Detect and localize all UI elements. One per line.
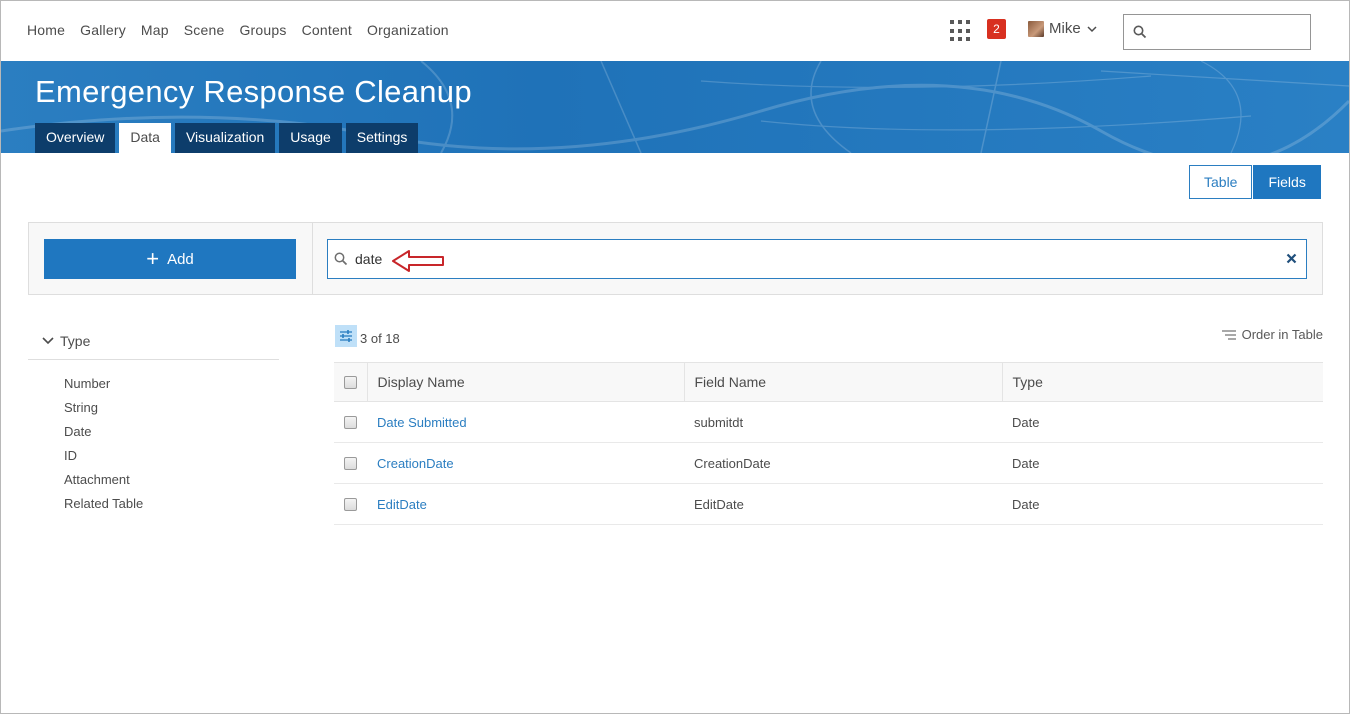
page-title: Emergency Response Cleanup: [35, 74, 472, 109]
type-filter-header[interactable]: Type: [28, 323, 279, 360]
nav-link-groups[interactable]: Groups: [239, 22, 286, 38]
field-type-cell: Date: [1002, 442, 1323, 484]
field-name-cell: submitdt: [684, 401, 1002, 443]
row-select-cell: [334, 442, 367, 484]
tab-visualization[interactable]: Visualization: [174, 123, 276, 153]
filter-item-related-table[interactable]: Related Table: [28, 493, 279, 517]
nav-link-home[interactable]: Home: [27, 22, 65, 38]
field-name-cell: EditDate: [684, 483, 1002, 525]
user-menu[interactable]: Mike: [1028, 20, 1097, 37]
nav-link-organization[interactable]: Organization: [367, 22, 449, 38]
select-all-cell: [334, 362, 367, 402]
field-display-name-link[interactable]: CreationDate: [377, 456, 454, 471]
display-name-cell: CreationDate: [367, 442, 684, 484]
type-filter-panel: Type Number String Date ID Attachment Re…: [28, 323, 279, 517]
avatar: [1028, 20, 1044, 37]
search-icon: [334, 252, 348, 266]
filter-item-number[interactable]: Number: [28, 373, 279, 397]
field-search-box[interactable]: [327, 239, 1307, 279]
display-name-cell: Date Submitted: [367, 401, 684, 443]
nav-link-gallery[interactable]: Gallery: [80, 22, 126, 38]
plus-icon: +: [146, 246, 160, 271]
order-label: Order in Table: [1241, 327, 1323, 342]
fields-toolbar: + Add: [28, 222, 1323, 295]
table-header-row: Display Name Field Name Type: [334, 362, 1323, 402]
field-name-cell: CreationDate: [684, 442, 1002, 484]
view-toggle: Table Fields: [1189, 165, 1321, 199]
field-type-cell: Date: [1002, 401, 1323, 443]
order-in-table-sort[interactable]: Order in Table: [1221, 327, 1323, 342]
item-tabs: Overview Data Visualization Usage Settin…: [35, 123, 422, 153]
global-search-box[interactable]: [1123, 14, 1311, 50]
sliders-icon: [340, 330, 352, 342]
add-field-button[interactable]: + Add: [44, 239, 296, 279]
results-bar: 3 of 18 Order in Table: [335, 325, 1323, 349]
close-icon[interactable]: [1286, 253, 1297, 264]
fields-view-button[interactable]: Fields: [1253, 165, 1321, 199]
filter-item-date[interactable]: Date: [28, 421, 279, 445]
item-header-banner: Emergency Response Cleanup Overview Data…: [1, 61, 1349, 153]
row-select-cell: [334, 401, 367, 443]
tab-settings[interactable]: Settings: [345, 123, 419, 153]
global-search-input[interactable]: [1154, 21, 1304, 43]
table-row: CreationDate CreationDate Date: [334, 442, 1323, 484]
column-header-field-name[interactable]: Field Name: [683, 362, 1002, 402]
type-filter-heading: Type: [60, 333, 91, 349]
tab-overview[interactable]: Overview: [35, 123, 116, 153]
user-name: Mike: [1049, 20, 1081, 37]
top-navigation-bar: Home Gallery Map Scene Groups Content Or…: [1, 1, 1349, 61]
row-checkbox[interactable]: [344, 497, 357, 511]
row-select-cell: [334, 483, 367, 525]
chevron-down-icon: [42, 337, 54, 345]
chevron-down-icon: [1087, 25, 1097, 32]
filter-item-id[interactable]: ID: [28, 445, 279, 469]
fields-table: Display Name Field Name Type Date Submit…: [334, 362, 1323, 525]
filter-toggle-button[interactable]: [335, 325, 357, 347]
field-display-name-link[interactable]: Date Submitted: [377, 415, 467, 430]
tab-usage[interactable]: Usage: [279, 123, 342, 153]
result-count: 3 of 18: [360, 331, 400, 346]
table-row: EditDate EditDate Date: [334, 483, 1323, 525]
app-launcher-grid-icon[interactable]: [950, 20, 972, 42]
nav-link-content[interactable]: Content: [302, 22, 352, 38]
primary-nav-links: Home Gallery Map Scene Groups Content Or…: [27, 22, 464, 38]
row-checkbox[interactable]: [344, 415, 357, 429]
notification-badge[interactable]: 2: [987, 19, 1006, 39]
add-field-label: Add: [167, 250, 194, 268]
column-header-type[interactable]: Type: [1001, 362, 1323, 402]
toolbar-divider: [312, 223, 313, 294]
tab-data[interactable]: Data: [119, 123, 171, 153]
nav-link-map[interactable]: Map: [141, 22, 169, 38]
field-display-name-link[interactable]: EditDate: [377, 497, 427, 512]
search-icon: [1133, 25, 1147, 39]
display-name-cell: EditDate: [367, 483, 684, 525]
sort-lines-icon: [1221, 329, 1236, 340]
table-view-button[interactable]: Table: [1189, 165, 1253, 199]
column-header-display-name[interactable]: Display Name: [366, 362, 684, 402]
red-arrow-annotation-icon: [392, 250, 444, 272]
row-checkbox[interactable]: [344, 456, 357, 470]
select-all-checkbox[interactable]: [344, 375, 357, 389]
table-row: Date Submitted submitdt Date: [334, 401, 1323, 443]
type-filter-list: Number String Date ID Attachment Related…: [28, 360, 279, 517]
field-type-cell: Date: [1002, 483, 1323, 525]
nav-link-scene[interactable]: Scene: [184, 22, 225, 38]
filter-item-attachment[interactable]: Attachment: [28, 469, 279, 493]
filter-item-string[interactable]: String: [28, 397, 279, 421]
